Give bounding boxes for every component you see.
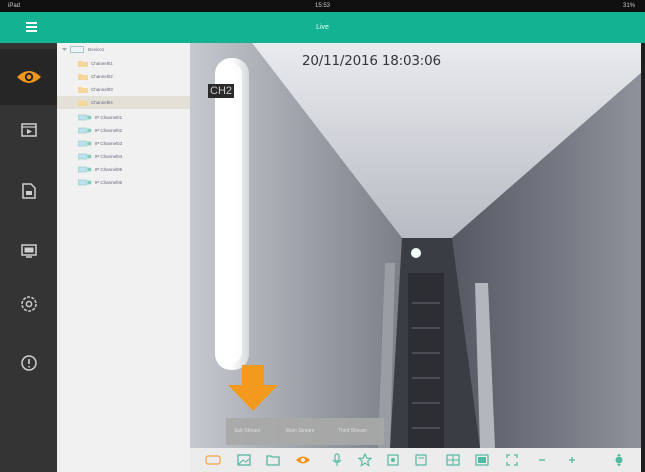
zoom-in-button[interactable] bbox=[563, 452, 581, 468]
playback-icon bbox=[20, 123, 37, 137]
channel-label: IP Channel05 bbox=[95, 167, 123, 172]
folder-button[interactable] bbox=[264, 452, 282, 468]
image-icon bbox=[237, 454, 251, 466]
channel-item[interactable]: Channel02 bbox=[57, 70, 190, 83]
ip-channel-item[interactable]: IP Channel01 bbox=[57, 111, 190, 124]
sidebar-item-remote[interactable] bbox=[0, 223, 57, 279]
eye-icon bbox=[296, 456, 310, 464]
layout-icon bbox=[475, 454, 489, 466]
record-icon bbox=[387, 454, 399, 466]
folder-icon bbox=[21, 183, 36, 199]
ip-channel-item[interactable]: IP Channel05 bbox=[57, 163, 190, 176]
info-icon bbox=[20, 355, 37, 371]
ip-channel-item[interactable]: IP Channel02 bbox=[57, 124, 190, 137]
sidebar-item-playback[interactable] bbox=[0, 102, 57, 158]
expand-arrow-icon[interactable] bbox=[62, 47, 67, 52]
monitor-icon bbox=[20, 244, 37, 258]
ip-channel-item[interactable]: IP Channel03 bbox=[57, 137, 190, 150]
image-button[interactable] bbox=[235, 452, 253, 468]
channel-item[interactable]: Channel01 bbox=[57, 57, 190, 70]
channel-label: IP Channel03 bbox=[95, 141, 123, 146]
channel-item[interactable]: Channel03 bbox=[57, 83, 190, 96]
device-root[interactable]: Device1 bbox=[57, 43, 190, 56]
channel-label: IP Channel02 bbox=[95, 128, 123, 133]
callout-arrow-icon bbox=[228, 365, 278, 411]
gear-icon bbox=[20, 296, 37, 312]
ip-camera-icon bbox=[78, 140, 92, 147]
record-button[interactable] bbox=[384, 452, 402, 468]
ip-camera-icon bbox=[78, 153, 92, 160]
ip-camera-icon bbox=[78, 166, 92, 173]
ptz-icon bbox=[615, 453, 623, 467]
battery-label: 31% bbox=[622, 3, 635, 9]
bottom-toolbar bbox=[190, 448, 641, 472]
zoom-in-icon bbox=[569, 457, 575, 463]
favorite-button[interactable] bbox=[356, 452, 374, 468]
channel-label: Channel01 bbox=[91, 61, 113, 66]
channel-folder-icon bbox=[78, 100, 88, 106]
stream-option-third[interactable]: Third Stream bbox=[338, 428, 367, 434]
channel-tag: CH2 bbox=[208, 84, 235, 98]
folder-icon bbox=[266, 455, 280, 466]
zoom-out-button[interactable] bbox=[533, 452, 551, 468]
stream-button[interactable] bbox=[204, 452, 222, 468]
device-tree: Device1 Channel01 Channel02 Channel03 Ch… bbox=[57, 43, 190, 472]
right-edge bbox=[641, 43, 645, 472]
ip-camera-icon bbox=[78, 114, 92, 121]
fullscreen-icon bbox=[506, 454, 518, 466]
channel-label: Channel02 bbox=[91, 74, 113, 79]
ip-camera-icon bbox=[78, 127, 92, 134]
sidebar-item-settings[interactable] bbox=[0, 276, 57, 332]
stream-icon bbox=[205, 455, 221, 465]
page-title: Live bbox=[316, 24, 329, 31]
sidebar-item-live[interactable] bbox=[0, 49, 57, 105]
ptz-button[interactable] bbox=[610, 452, 628, 468]
clock-label: 15:53 bbox=[314, 3, 330, 9]
grid-icon bbox=[446, 454, 460, 466]
snapshot-icon bbox=[415, 454, 427, 466]
stream-selector: Sub Stream Main Stream Third Stream bbox=[226, 418, 384, 445]
video-timestamp: 20/11/2016 18:03:06 bbox=[302, 53, 441, 69]
channel-label: IP Channel04 bbox=[95, 154, 123, 159]
channel-folder-icon bbox=[78, 61, 88, 67]
ip-camera-icon bbox=[78, 179, 92, 186]
eye-icon bbox=[16, 71, 41, 83]
star-icon bbox=[358, 453, 372, 467]
device-label: Device1 bbox=[88, 47, 105, 52]
sidebar-item-info[interactable] bbox=[0, 335, 57, 391]
device-icon bbox=[70, 46, 84, 53]
sidebar-nav bbox=[0, 43, 57, 472]
snapshot-button[interactable] bbox=[412, 452, 430, 468]
stream-option-main[interactable]: Main Stream bbox=[286, 428, 314, 434]
status-bar: iPad 15:53 31% bbox=[0, 0, 645, 12]
channel-label: IP Channel06 bbox=[95, 180, 123, 185]
live-view-button[interactable] bbox=[294, 452, 312, 468]
channel-label: Channel03 bbox=[91, 87, 113, 92]
stream-option-sub[interactable]: Sub Stream bbox=[234, 428, 260, 434]
zoom-out-icon bbox=[539, 459, 545, 461]
channel-folder-icon bbox=[78, 74, 88, 80]
talk-button[interactable] bbox=[328, 452, 346, 468]
mic-icon bbox=[332, 453, 342, 466]
fullscreen-button[interactable] bbox=[503, 452, 521, 468]
app-header: Live bbox=[0, 12, 645, 43]
layout-button[interactable] bbox=[473, 452, 491, 468]
channel-folder-icon bbox=[78, 87, 88, 93]
channel-label: Channel04 bbox=[91, 100, 113, 105]
ip-channel-item[interactable]: IP Channel04 bbox=[57, 150, 190, 163]
grid-button[interactable] bbox=[444, 452, 462, 468]
channel-item-selected[interactable]: Channel04 bbox=[57, 96, 190, 109]
ip-channel-item[interactable]: IP Channel06 bbox=[57, 176, 190, 189]
channel-label: IP Channel01 bbox=[95, 115, 123, 120]
sidebar-item-files[interactable] bbox=[0, 163, 57, 219]
